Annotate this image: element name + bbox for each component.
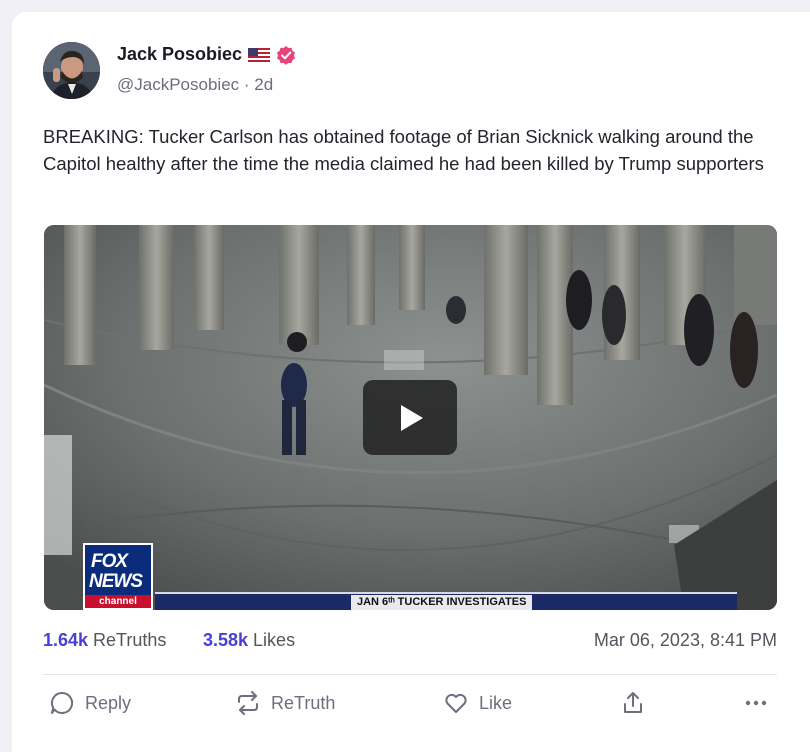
more-icon xyxy=(745,700,767,706)
avatar[interactable] xyxy=(43,42,100,99)
reply-icon xyxy=(50,691,74,714)
divider xyxy=(43,674,777,675)
handle-row: @JackPosobiec · 2d xyxy=(117,75,273,95)
separator: · xyxy=(239,75,255,94)
retruth-button[interactable]: ReTruth xyxy=(235,690,335,716)
retruths-stat[interactable]: 1.64k ReTruths xyxy=(43,630,166,651)
post-card: Jack Posobiec @JackPosobiec · 2d BREAKIN… xyxy=(12,12,810,752)
more-options-button[interactable] xyxy=(743,690,769,716)
flag-us-icon xyxy=(248,47,271,62)
logo-line-3: channel xyxy=(85,595,151,608)
logo-line-1: FOX xyxy=(91,551,128,572)
share-button[interactable] xyxy=(620,690,646,716)
author-name[interactable]: Jack Posobiec xyxy=(117,44,242,65)
like-icon xyxy=(445,693,467,713)
retruth-label: ReTruth xyxy=(271,692,336,713)
retruths-count: 1.64k xyxy=(43,630,89,650)
stats-row: 1.64k ReTruths 3.58k Likes Mar 06, 2023,… xyxy=(43,630,777,654)
video-player[interactable]: FOX NEWS channel JAN 6ᵗʰ TUCKER INVESTIG… xyxy=(44,225,777,610)
action-bar: Reply ReTruth Like xyxy=(43,690,777,722)
lower-third-text: JAN 6ᵗʰ TUCKER INVESTIGATES xyxy=(351,595,533,610)
likes-count: 3.58k xyxy=(203,630,249,650)
logo-line-2: NEWS xyxy=(89,571,143,592)
like-label: Like xyxy=(479,692,513,713)
play-button[interactable] xyxy=(363,380,457,455)
share-icon xyxy=(624,692,642,713)
retruth-icon xyxy=(238,691,258,715)
likes-stat[interactable]: 3.58k Likes xyxy=(203,630,295,651)
author-name-row[interactable]: Jack Posobiec xyxy=(117,44,296,65)
retruths-label: ReTruths xyxy=(93,630,167,650)
post-text: BREAKING: Tucker Carlson has obtained fo… xyxy=(43,126,764,174)
reply-button[interactable]: Reply xyxy=(49,690,131,716)
like-button[interactable]: Like xyxy=(443,690,512,716)
lower-third-banner: JAN 6ᵗʰ TUCKER INVESTIGATES xyxy=(155,592,737,610)
network-logo: FOX NEWS channel xyxy=(83,543,153,610)
post-age[interactable]: 2d xyxy=(254,75,273,95)
verified-badge-icon xyxy=(277,45,296,65)
reply-label: Reply xyxy=(85,692,132,713)
handle[interactable]: @JackPosobiec xyxy=(117,75,239,95)
likes-label: Likes xyxy=(253,630,296,650)
post-timestamp[interactable]: Mar 06, 2023, 8:41 PM xyxy=(594,630,777,651)
play-icon xyxy=(401,404,423,431)
